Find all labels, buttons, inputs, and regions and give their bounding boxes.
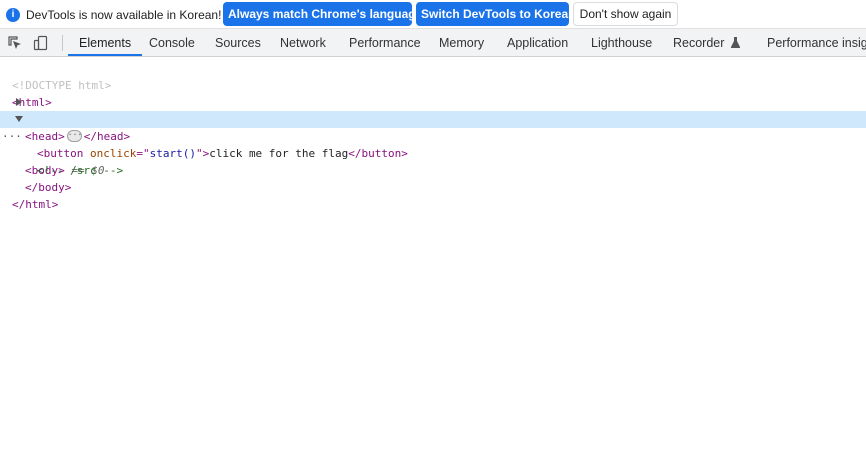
dom-line-button[interactable]: <button onclick="start()">click me for t… [0, 128, 866, 160]
flask-icon [730, 37, 740, 48]
tab-sources[interactable]: Sources [215, 29, 261, 56]
html-close-tag: </html> [12, 198, 59, 211]
dom-line-doctype[interactable]: <!DOCTYPE html> [0, 60, 866, 92]
tab-recorder-label: Recorder [673, 36, 725, 50]
toolbar-separator [62, 35, 63, 51]
infobar-message: DevTools is now available in Korean! [26, 8, 222, 22]
tab-performance-insights[interactable]: Performance insights [767, 29, 866, 56]
language-infobar: i DevTools is now available in Korean! A… [0, 0, 866, 29]
tab-performance[interactable]: Performance [349, 29, 421, 56]
devtools-tabbar: Elements Console Sources Network Perform… [0, 29, 866, 57]
switch-to-korean-button[interactable]: Switch DevTools to Korean [416, 2, 575, 26]
dom-line-comment[interactable]: <!-- /src --> [0, 145, 866, 177]
dom-line-body-close[interactable]: </body> [0, 162, 866, 194]
dont-show-again-button[interactable]: Don't show again [573, 2, 678, 26]
always-match-language-button[interactable]: Always match Chrome's language [223, 2, 422, 26]
dom-line-body-selected[interactable]: ··· <body> == $0 [0, 111, 866, 177]
tab-recorder[interactable]: Recorder [673, 29, 740, 56]
info-icon: i [6, 8, 20, 22]
tab-application[interactable]: Application [507, 29, 568, 56]
tab-elements[interactable]: Elements [67, 29, 143, 56]
collapse-triangle-icon[interactable] [15, 116, 23, 122]
dom-line-head[interactable]: <head> ··· </head> [0, 94, 866, 143]
dom-line-html-close[interactable]: </html> [0, 179, 866, 211]
tab-console[interactable]: Console [149, 29, 195, 56]
expand-triangle-icon[interactable] [16, 98, 22, 106]
tab-lighthouse[interactable]: Lighthouse [591, 29, 652, 56]
device-toolbar-icon[interactable] [33, 35, 49, 51]
dom-line-html[interactable]: <html> [0, 77, 866, 109]
tab-network[interactable]: Network [280, 29, 326, 56]
tab-memory[interactable]: Memory [439, 29, 484, 56]
inspect-element-icon[interactable] [7, 35, 23, 51]
